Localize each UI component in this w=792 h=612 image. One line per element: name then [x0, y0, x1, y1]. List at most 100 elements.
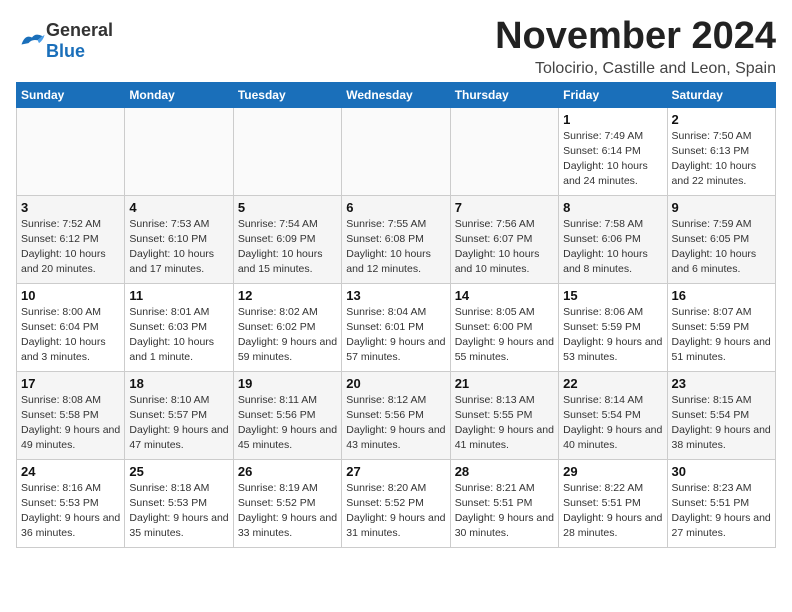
logo: General Blue [16, 20, 113, 62]
day-info: Sunrise: 7:52 AM Sunset: 6:12 PM Dayligh… [21, 217, 120, 278]
calendar-header-row: SundayMondayTuesdayWednesdayThursdayFrid… [17, 82, 776, 107]
calendar-day-cell [233, 107, 341, 195]
day-number: 2 [672, 112, 771, 127]
day-number: 11 [129, 288, 228, 303]
day-number: 25 [129, 464, 228, 479]
day-info: Sunrise: 7:56 AM Sunset: 6:07 PM Dayligh… [455, 217, 554, 278]
day-number: 10 [21, 288, 120, 303]
calendar-day-cell: 4 Sunrise: 7:53 AM Sunset: 6:10 PM Daylig… [125, 195, 233, 283]
calendar-day-cell: 29 Sunrise: 8:22 AM Sunset: 5:51 PM Dayli… [559, 459, 667, 547]
day-number: 12 [238, 288, 337, 303]
calendar-day-cell: 30 Sunrise: 8:23 AM Sunset: 5:51 PM Dayli… [667, 459, 775, 547]
calendar-day-cell: 22 Sunrise: 8:14 AM Sunset: 5:54 PM Dayli… [559, 371, 667, 459]
day-number: 27 [346, 464, 445, 479]
calendar-day-cell: 18Sunrise: 8:10 AM Sunset: 5:57 PM Dayli… [125, 371, 233, 459]
day-number: 21 [455, 376, 554, 391]
day-info: Sunrise: 8:07 AM Sunset: 5:59 PM Dayligh… [672, 305, 771, 366]
calendar-week-row: 17 Sunrise: 8:08 AM Sunset: 5:58 PM Dayli… [17, 371, 776, 459]
calendar-day-cell: 17 Sunrise: 8:08 AM Sunset: 5:58 PM Dayli… [17, 371, 125, 459]
day-info: Sunrise: 8:08 AM Sunset: 5:58 PM Dayligh… [21, 393, 120, 454]
day-number: 16 [672, 288, 771, 303]
calendar-day-cell [125, 107, 233, 195]
day-number: 24 [21, 464, 120, 479]
title-block: November 2024 Tolocirio, Castille and Le… [495, 16, 776, 78]
calendar-day-cell: 21 Sunrise: 8:13 AM Sunset: 5:55 PM Dayli… [450, 371, 558, 459]
day-info: Sunrise: 8:05 AM Sunset: 6:00 PM Dayligh… [455, 305, 554, 366]
day-number: 17 [21, 376, 120, 391]
day-number: 26 [238, 464, 337, 479]
calendar-day-cell: 28 Sunrise: 8:21 AM Sunset: 5:51 PM Dayli… [450, 459, 558, 547]
day-number: 20 [346, 376, 445, 391]
logo-blue-text: Blue [46, 41, 85, 61]
day-number: 28 [455, 464, 554, 479]
calendar-day-cell: 12 Sunrise: 8:02 AM Sunset: 6:02 PM Dayli… [233, 283, 341, 371]
calendar-day-cell: 27 Sunrise: 8:20 AM Sunset: 5:52 PM Dayli… [342, 459, 450, 547]
calendar-day-cell: 1 Sunrise: 7:49 AM Sunset: 6:14 PM Daylig… [559, 107, 667, 195]
day-info: Sunrise: 8:23 AM Sunset: 5:51 PM Dayligh… [672, 481, 771, 542]
day-of-week-header: Monday [125, 82, 233, 107]
calendar-day-cell: 6Sunrise: 7:55 AM Sunset: 6:08 PM Daylig… [342, 195, 450, 283]
calendar-day-cell: 2 Sunrise: 7:50 AM Sunset: 6:13 PM Daylig… [667, 107, 775, 195]
day-of-week-header: Sunday [17, 82, 125, 107]
calendar-day-cell: 16 Sunrise: 8:07 AM Sunset: 5:59 PM Dayli… [667, 283, 775, 371]
calendar-day-cell [450, 107, 558, 195]
day-number: 29 [563, 464, 662, 479]
calendar-day-cell: 7Sunrise: 7:56 AM Sunset: 6:07 PM Daylig… [450, 195, 558, 283]
day-number: 22 [563, 376, 662, 391]
day-number: 1 [563, 112, 662, 127]
day-info: Sunrise: 8:14 AM Sunset: 5:54 PM Dayligh… [563, 393, 662, 454]
day-number: 4 [129, 200, 228, 215]
day-info: Sunrise: 8:04 AM Sunset: 6:01 PM Dayligh… [346, 305, 445, 366]
calendar-day-cell: 24Sunrise: 8:16 AM Sunset: 5:53 PM Dayli… [17, 459, 125, 547]
day-info: Sunrise: 8:02 AM Sunset: 6:02 PM Dayligh… [238, 305, 337, 366]
day-info: Sunrise: 7:49 AM Sunset: 6:14 PM Dayligh… [563, 129, 662, 190]
calendar-day-cell: 5 Sunrise: 7:54 AM Sunset: 6:09 PM Daylig… [233, 195, 341, 283]
day-info: Sunrise: 8:19 AM Sunset: 5:52 PM Dayligh… [238, 481, 337, 542]
day-info: Sunrise: 7:50 AM Sunset: 6:13 PM Dayligh… [672, 129, 771, 190]
day-number: 9 [672, 200, 771, 215]
calendar-day-cell: 9 Sunrise: 7:59 AM Sunset: 6:05 PM Daylig… [667, 195, 775, 283]
location-title: Tolocirio, Castille and Leon, Spain [495, 60, 776, 78]
calendar-day-cell: 26 Sunrise: 8:19 AM Sunset: 5:52 PM Dayli… [233, 459, 341, 547]
calendar-day-cell: 11 Sunrise: 8:01 AM Sunset: 6:03 PM Dayli… [125, 283, 233, 371]
day-info: Sunrise: 8:06 AM Sunset: 5:59 PM Dayligh… [563, 305, 662, 366]
calendar-day-cell: 13 Sunrise: 8:04 AM Sunset: 6:01 PM Dayli… [342, 283, 450, 371]
day-info: Sunrise: 7:54 AM Sunset: 6:09 PM Dayligh… [238, 217, 337, 278]
day-number: 30 [672, 464, 771, 479]
day-info: Sunrise: 7:59 AM Sunset: 6:05 PM Dayligh… [672, 217, 771, 278]
day-info: Sunrise: 8:01 AM Sunset: 6:03 PM Dayligh… [129, 305, 228, 366]
day-info: Sunrise: 8:15 AM Sunset: 5:54 PM Dayligh… [672, 393, 771, 454]
calendar-day-cell: 15 Sunrise: 8:06 AM Sunset: 5:59 PM Dayli… [559, 283, 667, 371]
day-info: Sunrise: 8:12 AM Sunset: 5:56 PM Dayligh… [346, 393, 445, 454]
day-of-week-header: Wednesday [342, 82, 450, 107]
day-info: Sunrise: 7:55 AM Sunset: 6:08 PM Dayligh… [346, 217, 445, 278]
day-number: 5 [238, 200, 337, 215]
calendar-week-row: 24Sunrise: 8:16 AM Sunset: 5:53 PM Dayli… [17, 459, 776, 547]
calendar-day-cell [342, 107, 450, 195]
day-of-week-header: Saturday [667, 82, 775, 107]
day-info: Sunrise: 8:18 AM Sunset: 5:53 PM Dayligh… [129, 481, 228, 542]
day-info: Sunrise: 8:20 AM Sunset: 5:52 PM Dayligh… [346, 481, 445, 542]
page-header: General Blue November 2024 Tolocirio, Ca… [16, 16, 776, 78]
day-info: Sunrise: 7:53 AM Sunset: 6:10 PM Dayligh… [129, 217, 228, 278]
day-number: 3 [21, 200, 120, 215]
month-title: November 2024 [495, 16, 776, 58]
day-number: 8 [563, 200, 662, 215]
day-info: Sunrise: 8:22 AM Sunset: 5:51 PM Dayligh… [563, 481, 662, 542]
day-info: Sunrise: 8:21 AM Sunset: 5:51 PM Dayligh… [455, 481, 554, 542]
day-info: Sunrise: 8:10 AM Sunset: 5:57 PM Dayligh… [129, 393, 228, 454]
calendar-day-cell: 8 Sunrise: 7:58 AM Sunset: 6:06 PM Daylig… [559, 195, 667, 283]
day-number: 13 [346, 288, 445, 303]
calendar-day-cell: 14Sunrise: 8:05 AM Sunset: 6:00 PM Dayli… [450, 283, 558, 371]
logo-general-text: General [46, 20, 113, 40]
day-info: Sunrise: 7:58 AM Sunset: 6:06 PM Dayligh… [563, 217, 662, 278]
day-info: Sunrise: 8:13 AM Sunset: 5:55 PM Dayligh… [455, 393, 554, 454]
calendar-day-cell: 25 Sunrise: 8:18 AM Sunset: 5:53 PM Dayli… [125, 459, 233, 547]
calendar-day-cell: 10Sunrise: 8:00 AM Sunset: 6:04 PM Dayli… [17, 283, 125, 371]
day-of-week-header: Thursday [450, 82, 558, 107]
day-of-week-header: Friday [559, 82, 667, 107]
logo-icon [18, 30, 46, 52]
day-number: 19 [238, 376, 337, 391]
day-number: 15 [563, 288, 662, 303]
calendar-table: SundayMondayTuesdayWednesdayThursdayFrid… [16, 82, 776, 548]
